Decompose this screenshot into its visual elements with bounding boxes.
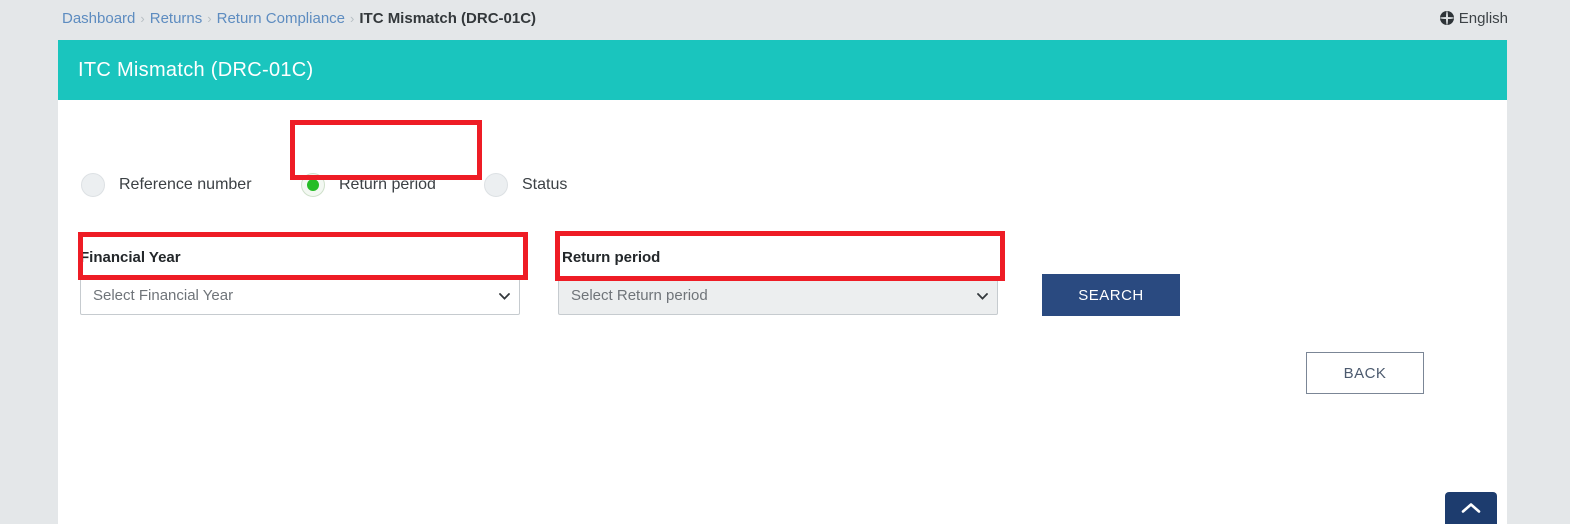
radio-label: Return period bbox=[339, 176, 436, 193]
radio-indicator-selected[interactable] bbox=[301, 173, 325, 197]
return-period-select-wrapper: Select Return period bbox=[558, 277, 998, 315]
return-period-select[interactable]: Select Return period bbox=[558, 277, 998, 315]
breadcrumb-item-dashboard[interactable]: Dashboard bbox=[62, 10, 135, 27]
globe-icon bbox=[1439, 11, 1454, 25]
search-button[interactable]: SEARCH bbox=[1042, 274, 1180, 316]
radio-indicator[interactable] bbox=[484, 173, 508, 197]
page-root: Dashboard › Returns › Return Compliance › ITC … bbox=[0, 0, 1570, 524]
scroll-to-top-button[interactable] bbox=[1445, 492, 1497, 524]
radio-option-status[interactable]: Status bbox=[484, 168, 567, 202]
breadcrumb-item-returns[interactable]: Returns bbox=[150, 10, 203, 27]
chevron-up-icon bbox=[1461, 503, 1481, 513]
breadcrumb-bar: Dashboard › Returns › Return Compliance › ITC … bbox=[0, 0, 1570, 40]
language-selector[interactable]: English bbox=[1439, 9, 1508, 29]
language-label: English bbox=[1458, 10, 1508, 27]
breadcrumb-item-current: ITC Mismatch (DRC-01C) bbox=[359, 10, 537, 27]
financial-year-select-wrapper: Select Financial Year bbox=[80, 277, 520, 315]
breadcrumb-separator: › bbox=[350, 11, 355, 26]
content-card: ITC Mismatch (DRC-01C) Reference number … bbox=[58, 40, 1507, 524]
radio-option-return-period[interactable]: Return period bbox=[301, 168, 436, 202]
radio-indicator[interactable] bbox=[81, 173, 105, 197]
return-period-label: Return period bbox=[562, 249, 661, 266]
breadcrumb-separator: › bbox=[207, 11, 212, 26]
financial-year-select[interactable]: Select Financial Year bbox=[80, 277, 520, 315]
breadcrumb-separator: › bbox=[140, 11, 145, 26]
back-button[interactable]: BACK bbox=[1306, 352, 1424, 394]
card-header: ITC Mismatch (DRC-01C) bbox=[58, 40, 1507, 100]
radio-option-reference-number[interactable]: Reference number bbox=[81, 168, 252, 202]
financial-year-label: Financial Year bbox=[80, 249, 181, 266]
page-title: ITC Mismatch (DRC-01C) bbox=[78, 59, 314, 81]
radio-label: Status bbox=[522, 176, 568, 193]
radio-label: Reference number bbox=[119, 176, 252, 193]
breadcrumb-item-return-compliance[interactable]: Return Compliance bbox=[217, 10, 345, 27]
breadcrumb: Dashboard › Returns › Return Compliance › ITC … bbox=[62, 9, 536, 29]
